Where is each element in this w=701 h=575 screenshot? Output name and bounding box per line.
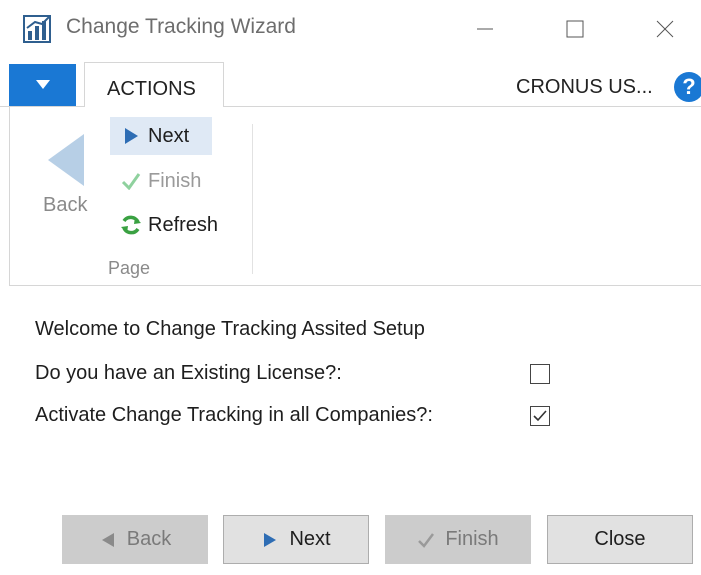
minimize-icon	[477, 28, 493, 30]
existing-license-label: Do you have an Existing License?:	[35, 362, 342, 384]
back-arrow-large-icon	[48, 134, 84, 186]
welcome-text: Welcome to Change Tracking Assited Setup	[35, 318, 425, 340]
title-bar: Change Tracking Wizard	[0, 0, 701, 60]
close-button-label: Close	[594, 528, 646, 550]
help-icon[interactable]: ?	[674, 72, 701, 102]
back-button-label: Back	[126, 528, 172, 550]
window-title: Change Tracking Wizard	[66, 15, 296, 38]
refresh-icon	[121, 215, 141, 235]
ribbon-finish-label: Finish	[148, 169, 202, 192]
ribbon-next-button[interactable]: Next	[110, 117, 212, 155]
tab-actions-label: ACTIONS	[107, 78, 196, 100]
existing-license-checkbox[interactable]	[530, 364, 550, 384]
back-button[interactable]: Back	[62, 515, 208, 564]
nav-chart-icon	[22, 14, 52, 44]
ribbon-finish-button[interactable]: Finish	[110, 162, 201, 200]
close-icon	[656, 20, 674, 38]
finish-button-label: Finish	[445, 528, 499, 550]
ribbon-group-label: Page	[108, 258, 151, 278]
activate-tracking-checkbox[interactable]	[530, 406, 550, 426]
triangle-down-icon	[35, 80, 50, 89]
next-button-label: Next	[289, 528, 331, 550]
ribbon-refresh-button[interactable]: Refresh	[110, 206, 218, 244]
tab-actions[interactable]: ACTIONS	[84, 62, 224, 107]
next-arrow-icon	[264, 532, 277, 547]
ribbon-group-separator	[252, 124, 253, 274]
next-button[interactable]: Next	[223, 515, 369, 564]
ribbon-next-label: Next	[148, 124, 190, 147]
finish-button[interactable]: Finish	[385, 515, 531, 564]
maximize-icon	[566, 20, 584, 38]
company-name[interactable]: CRONUS US...	[516, 76, 653, 99]
checkmark-icon	[121, 173, 141, 190]
activate-tracking-label: Activate Change Tracking in all Companie…	[35, 404, 433, 426]
close-window-button[interactable]	[642, 8, 688, 50]
next-arrow-icon	[125, 128, 138, 144]
back-arrow-icon	[101, 532, 114, 547]
ribbon-refresh-label: Refresh	[148, 213, 219, 236]
close-button[interactable]: Close	[547, 515, 693, 564]
checkmark-icon	[418, 532, 435, 548]
minimize-button[interactable]	[462, 8, 508, 50]
maximize-button[interactable]	[552, 8, 598, 50]
checkmark-icon	[533, 410, 547, 422]
ribbon-back-button[interactable]: Back	[43, 194, 87, 217]
app-menu-button[interactable]	[9, 64, 76, 106]
